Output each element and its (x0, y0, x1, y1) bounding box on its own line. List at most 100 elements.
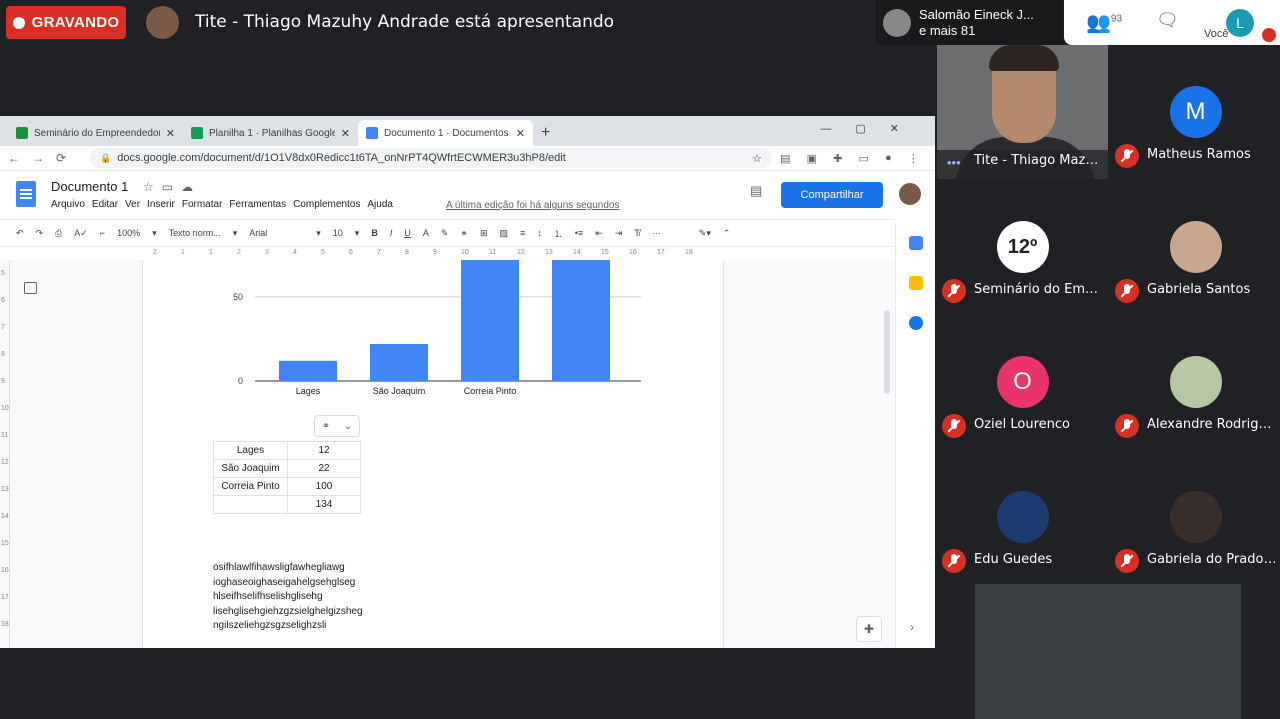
more-icon[interactable]: ⋯ (652, 228, 661, 239)
indent-more-icon[interactable]: ⇥ (615, 228, 623, 239)
numbered-list-icon[interactable]: ⒈ (554, 227, 563, 240)
participant-tile[interactable]: Gabriela do Prado Al... (1110, 450, 1280, 584)
menu-complementos[interactable]: Complementos (293, 199, 360, 210)
table-cell[interactable]: São Joaquim (213, 459, 288, 478)
self-avatar[interactable]: L (1226, 9, 1254, 37)
extension-icon[interactable]: ▣ (807, 152, 817, 165)
indent-less-icon[interactable]: ⇤ (595, 228, 603, 239)
share-button[interactable]: Compartilhar (781, 182, 883, 208)
cast-icon[interactable]: ▭ (859, 152, 869, 165)
menu-ajuda[interactable]: Ajuda (367, 199, 393, 210)
style-select[interactable]: Texto norm... (169, 228, 221, 238)
menu-editar[interactable]: Editar (92, 199, 118, 210)
mic-off-icon (942, 414, 966, 438)
close-icon[interactable]: ✕ (516, 127, 525, 140)
expand-panel-icon[interactable]: › (910, 620, 914, 634)
other-participants-chip[interactable]: Salomão Eineck J... e mais 81 (875, 0, 1063, 45)
table-cell[interactable]: 12 (287, 441, 361, 460)
ruler-tick-label: 2 (153, 249, 157, 256)
table-cell[interactable]: Lages (213, 441, 288, 460)
italic-icon[interactable]: I (390, 228, 393, 238)
linked-chart-chip[interactable]: ⚭ ⌄ (314, 415, 360, 437)
docs-logo-icon[interactable] (16, 181, 36, 207)
body-text[interactable]: osifhlawlfihawsligfawhegliawg ioghaseoig… (213, 561, 363, 634)
line-spacing-icon[interactable]: ↕ (537, 228, 542, 238)
menu-formatar[interactable]: Formatar (182, 199, 223, 210)
vertical-scrollbar[interactable] (884, 310, 890, 394)
tab-documento[interactable]: Documento 1 · Documentos Go ✕ (358, 120, 533, 146)
chart-bar (552, 260, 610, 381)
table-cell[interactable]: 22 (287, 459, 361, 478)
tasks-icon[interactable] (909, 316, 923, 330)
participant-tile[interactable]: 12º Seminário do Empre... (937, 180, 1108, 314)
others-line-2: e mais 81 (919, 22, 976, 38)
calendar-icon[interactable] (909, 236, 923, 250)
table-cell[interactable]: 134 (287, 495, 361, 514)
menu-ver[interactable]: Ver (125, 199, 140, 210)
comment-add-icon[interactable]: ⊞ (480, 228, 488, 239)
new-tab-button[interactable]: + (541, 124, 550, 142)
participant-tile[interactable]: Edu Guedes (937, 450, 1108, 584)
paint-format-icon[interactable]: ⌐ (100, 228, 105, 238)
highlight-icon[interactable]: ✎ (441, 228, 449, 239)
embedded-bar-chart[interactable]: 0 50 Lages São Joaquim Correia Pinto (143, 260, 725, 410)
account-avatar[interactable] (899, 183, 921, 205)
keep-icon[interactable] (909, 276, 923, 290)
bold-icon[interactable]: B (371, 228, 378, 238)
edit-mode-icon[interactable]: ✎▾ (699, 228, 711, 239)
image-icon[interactable]: ▨ (499, 228, 508, 239)
close-icon[interactable]: ✕ (166, 127, 175, 140)
table-row: Lages 12 (213, 441, 361, 460)
menu-ferramentas[interactable]: Ferramentas (229, 199, 286, 210)
participant-tile[interactable]: M Matheus Ramos (1110, 45, 1280, 179)
menu-inserir[interactable]: Inserir (147, 199, 175, 210)
more-icon[interactable]: ⋮ (908, 152, 919, 165)
undo-icon[interactable]: ↶ (16, 228, 24, 239)
data-table[interactable]: Lages 12 São Joaquim 22 Correia Pinto 10… (213, 441, 361, 514)
font-size-select[interactable]: 10 (333, 228, 343, 238)
document-title[interactable]: Documento 1 (51, 179, 128, 194)
table-cell[interactable]: 100 (287, 477, 361, 496)
text-color-icon[interactable]: A (423, 228, 429, 238)
participant-tile[interactable]: O Oziel Lourenco (937, 315, 1108, 449)
speaker-tile[interactable]: ••• Tite - Thiago Mazuhy... (937, 45, 1108, 179)
bulleted-list-icon[interactable]: •≡ (575, 228, 583, 238)
redo-icon[interactable]: ↷ (36, 228, 44, 239)
last-edit-link[interactable]: A última edição foi há alguns segundos (446, 200, 619, 211)
table-cell[interactable] (213, 495, 288, 514)
collapse-icon[interactable]: ⌃ (723, 228, 731, 239)
ruler-tick-label: 7 (1, 324, 5, 331)
tab-planilha[interactable]: Planilha 1 · Planilhas Google ✕ (183, 120, 358, 146)
table-cell[interactable]: Correia Pinto (213, 477, 288, 496)
participant-tile-camila[interactable] (975, 584, 1241, 719)
ruler-tick-label: 9 (433, 249, 437, 256)
outline-icon[interactable] (24, 282, 37, 294)
nav-buttons[interactable]: ←→⟳ (8, 151, 90, 165)
participant-tile[interactable]: Alexandre Rodrigues (1110, 315, 1280, 449)
clear-format-icon[interactable]: T̸ (634, 228, 640, 238)
ruler-tick-label: 12 (517, 249, 525, 256)
menu-arquivo[interactable]: Arquivo (51, 199, 85, 210)
participant-tile[interactable]: Gabriela Santos (1110, 180, 1280, 314)
tab-seminario[interactable]: Seminário do Empreendedor G ✕ (8, 120, 183, 146)
font-select[interactable]: Arial (249, 228, 304, 238)
profile-icon[interactable]: ● (885, 152, 892, 165)
link-icon[interactable]: ⚭ (460, 228, 468, 239)
translate-icon[interactable]: ▤ (780, 152, 790, 165)
zoom-select[interactable]: 100% (117, 228, 140, 238)
star-icon[interactable]: ☆ (752, 152, 762, 165)
document-page[interactable]: 0 50 Lages São Joaquim Correia Pinto ⚭ ⌄ Lag… (142, 260, 724, 648)
print-icon[interactable]: ⎙ (55, 228, 62, 239)
star-move-cloud-icons[interactable]: ☆▭☁ (143, 180, 201, 194)
address-bar[interactable]: 🔒 docs.google.com/document/d/1O1V8dx0Red… (90, 148, 772, 168)
explore-icon[interactable]: ✚ (856, 616, 882, 642)
puzzle-icon[interactable]: ✚ (833, 152, 842, 165)
chat-button[interactable]: 🗨 (1156, 10, 1179, 31)
window-controls[interactable]: —▢✕ (820, 122, 923, 135)
spellcheck-icon[interactable]: A✓ (74, 228, 88, 239)
align-icon[interactable]: ≡ (520, 228, 525, 238)
close-icon[interactable]: ✕ (341, 127, 350, 140)
people-button[interactable]: 👥93 (1086, 10, 1122, 35)
comments-icon[interactable]: ▤ (750, 183, 762, 199)
underline-icon[interactable]: U (404, 228, 411, 238)
